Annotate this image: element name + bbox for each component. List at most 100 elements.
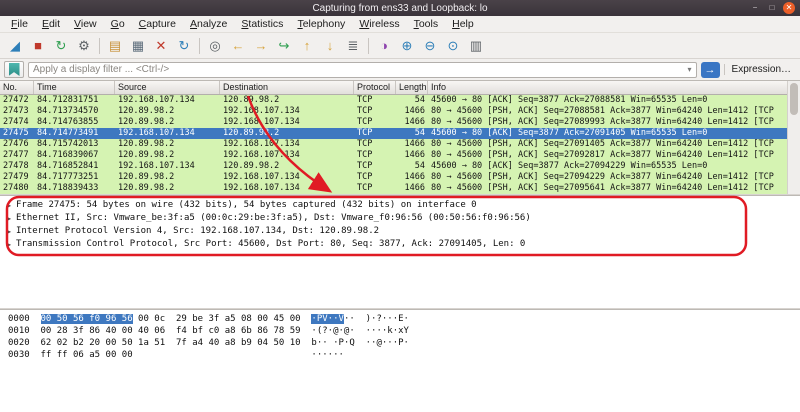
cell-time: 84.717773251 [34,172,115,183]
stop-capture-button[interactable]: ■ [27,35,49,57]
column-header-no[interactable]: No. [0,81,34,94]
first-packet-button[interactable]: ↑ [296,35,318,57]
start-capture-button[interactable]: ◢ [4,35,26,57]
close-capture-button[interactable]: ✕ [150,35,172,57]
chevron-down-icon[interactable]: ▾ [684,65,696,74]
expand-arrow-icon[interactable]: ▸ [3,225,16,238]
packet-row-27474[interactable]: 2747484.714763855120.89.98.2192.168.107.… [0,117,787,128]
packet-row-27473[interactable]: 2747384.713734570120.89.98.2192.168.107.… [0,106,787,117]
resize-columns-button[interactable]: ▥ [465,35,487,57]
cell-info: 45600 → 80 [ACK] Seq=3877 Ack=27091405 W… [428,128,787,139]
maximize-button[interactable]: □ [766,2,778,14]
menu-file[interactable]: File [4,17,35,31]
cell-info: 45600 → 80 [ACK] Seq=3877 Ack=27088581 W… [428,95,787,106]
hex-row-0030[interactable]: 0030ff ff 06 a5 00 00······ [8,349,800,361]
minimize-button[interactable]: − [749,2,761,14]
goto-packet-button[interactable]: ↪ [273,35,295,57]
column-header-destination[interactable]: Destination [220,81,354,94]
capture-options-button[interactable]: ⚙ [73,35,95,57]
cell-protocol: TCP [354,161,396,172]
hex-row-0000[interactable]: 000000 50 56 f0 96 56 00 0c 29 be 3f a5 … [8,313,800,325]
cell-destination: 192.168.107.134 [220,117,354,128]
cell-info: 80 → 45600 [PSH, ACK] Seq=27092817 Ack=3… [428,150,787,161]
apply-filter-button[interactable]: → [701,62,720,78]
expression-button[interactable]: Expression… [724,64,796,75]
detail-line-2[interactable]: ▸Internet Protocol Version 4, Src: 192.1… [3,225,800,238]
packet-row-27480[interactable]: 2748084.718839433120.89.98.2192.168.107.… [0,183,787,194]
menu-wireless[interactable]: Wireless [352,17,406,31]
detail-line-1[interactable]: ▸Ethernet II, Src: Vmware_be:3f:a5 (00:0… [3,212,800,225]
column-header-time[interactable]: Time [34,81,115,94]
cell-protocol: TCP [354,139,396,150]
menu-capture[interactable]: Capture [132,17,183,31]
menu-help[interactable]: Help [445,17,481,31]
detail-line-3[interactable]: ▸Transmission Control Protocol, Src Port… [3,238,800,251]
packet-row-27472[interactable]: 2747284.712831751192.168.107.134120.89.9… [0,95,787,106]
menu-edit[interactable]: Edit [35,17,67,31]
cell-protocol: TCP [354,95,396,106]
cell-protocol: TCP [354,183,396,194]
detail-line-0[interactable]: ▸Frame 27475: 54 bytes on wire (432 bits… [3,199,800,212]
cell-destination: 192.168.107.134 [220,106,354,117]
packet-row-27478[interactable]: 2747884.716852841192.168.107.134120.89.9… [0,161,787,172]
filter-bookmark-button[interactable] [4,61,24,78]
packet-list-scrollbar[interactable] [787,81,800,194]
menu-view[interactable]: View [67,17,104,31]
packet-row-27477[interactable]: 2747784.716839067120.89.98.2192.168.107.… [0,150,787,161]
magnifier-icon: ◎ [209,39,220,52]
cell-info: 80 → 45600 [PSH, ACK] Seq=27088581 Ack=3… [428,106,787,117]
zoom-in-button[interactable]: ⊕ [396,35,418,57]
auto-scroll-button[interactable]: ≣ [342,35,364,57]
expand-arrow-icon[interactable]: ▸ [3,199,16,212]
previous-packet-button[interactable]: ← [227,35,249,57]
gear-icon: ⚙ [78,39,90,52]
reload-arrow-icon: ↻ [179,39,190,52]
column-header-protocol[interactable]: Protocol [354,81,396,94]
packet-row-27479[interactable]: 2747984.717773251120.89.98.2192.168.107.… [0,172,787,183]
menu-telephony[interactable]: Telephony [290,17,352,31]
packet-list-rows: 2747284.712831751192.168.107.134120.89.9… [0,95,787,194]
open-capture-button[interactable]: ▤ [104,35,126,57]
scrollbar-thumb[interactable] [790,83,798,115]
reload-capture-button[interactable]: ↻ [173,35,195,57]
window-title: Capturing from ens33 and Loopback: lo [312,3,487,14]
menu-statistics[interactable]: Statistics [234,17,290,31]
packet-row-27476[interactable]: 2747684.715742013120.89.98.2192.168.107.… [0,139,787,150]
colorize-button[interactable]: ◑ [373,35,395,57]
expand-arrow-icon[interactable]: ▸ [3,238,16,251]
hex-row-0020[interactable]: 002062 02 b2 20 00 50 1a 51 7f a4 40 a8 … [8,337,800,349]
find-packet-button[interactable]: ◎ [204,35,226,57]
cell-no: 27477 [0,150,34,161]
zoom-100-button[interactable]: ⊙ [442,35,464,57]
zoom-reset-icon: ⊙ [448,39,459,52]
menu-go[interactable]: Go [104,17,132,31]
hex-row-0010[interactable]: 001000 28 3f 86 40 00 40 06 f4 bf c0 a8 … [8,325,800,337]
close-button[interactable]: ✕ [783,2,795,14]
menu-analyze[interactable]: Analyze [183,17,234,31]
hex-bytes: 00 50 56 f0 96 56 00 0c 29 be 3f a5 08 0… [41,313,312,325]
colorize-palette-icon: ◑ [380,39,388,52]
next-packet-button[interactable]: → [250,35,272,57]
cell-length: 1466 [396,150,428,161]
ascii-selected-bytes: ·PV··V [311,314,344,324]
column-header-info[interactable]: Info [428,81,787,94]
hex-bytes: 62 02 b2 20 00 50 1a 51 7f a4 40 a8 b9 0… [41,337,312,349]
last-packet-button[interactable]: ↓ [319,35,341,57]
display-filter-input[interactable] [29,64,684,75]
cell-no: 27473 [0,106,34,117]
expand-arrow-icon[interactable]: ▸ [3,212,16,225]
cell-destination: 192.168.107.134 [220,150,354,161]
cell-source: 192.168.107.134 [115,128,220,139]
packet-row-27475[interactable]: 2747584.714773491192.168.107.134120.89.9… [0,128,787,139]
wireshark-window: Capturing from ens33 and Loopback: lo −□… [0,0,800,412]
cell-no: 27475 [0,128,34,139]
column-header-length[interactable]: Length [396,81,428,94]
filter-bar: ▾ → Expression… [0,59,800,81]
title-bar[interactable]: Capturing from ens33 and Loopback: lo −□… [0,0,800,16]
cell-source: 120.89.98.2 [115,172,220,183]
restart-capture-button[interactable]: ↻ [50,35,72,57]
save-capture-button[interactable]: ▦ [127,35,149,57]
column-header-source[interactable]: Source [115,81,220,94]
zoom-out-button[interactable]: ⊖ [419,35,441,57]
menu-tools[interactable]: Tools [407,17,446,31]
